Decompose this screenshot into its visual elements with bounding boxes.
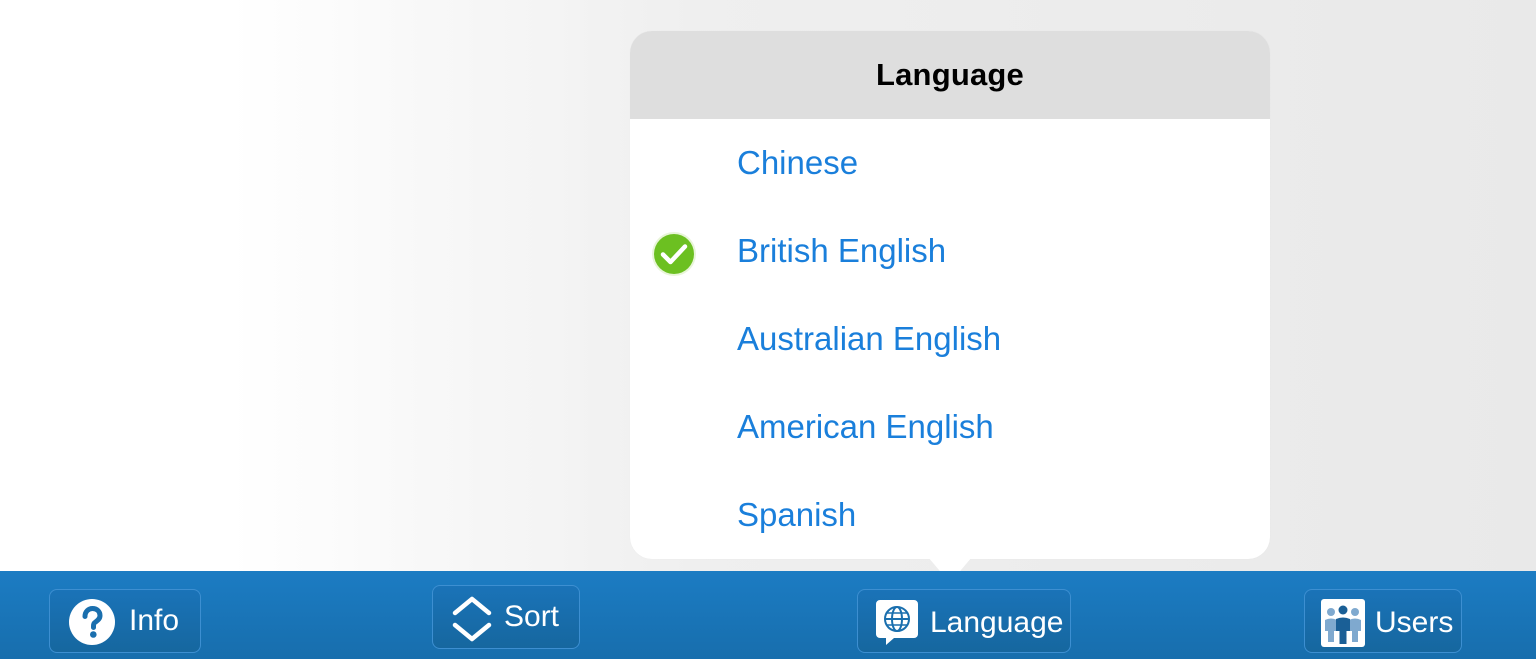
language-option-australian-english[interactable]: Australian English [630,295,1270,383]
sort-button[interactable]: Sort [432,585,580,649]
language-option-label: American English [737,408,994,445]
language-list: Chinese British English Australian Engli… [630,119,1270,559]
language-option-spanish[interactable]: Spanish [630,471,1270,559]
info-button[interactable]: Info [49,589,201,653]
question-circle-icon [69,599,115,645]
language-button[interactable]: Language [857,589,1071,653]
globe-speech-bubble-icon [876,600,918,645]
checkmark-icon [652,232,696,276]
users-button[interactable]: Users [1304,589,1462,653]
language-button-label: Language [930,606,1064,639]
language-option-label: British English [737,232,947,269]
language-option-label: Australian English [737,320,1002,357]
bottom-toolbar: Info Sort Language Users [0,571,1536,659]
language-option-american-english[interactable]: American English [630,383,1270,471]
users-button-label: Users [1375,606,1454,639]
info-button-label: Info [129,604,180,637]
popover-header: Language [630,31,1270,119]
users-group-icon [1321,599,1365,647]
language-option-chinese[interactable]: Chinese [630,119,1270,207]
language-option-label: Spanish [737,496,857,533]
language-popover: Language Chinese British English Austral… [630,31,1270,559]
language-option-british-english[interactable]: British English [630,207,1270,295]
language-option-label: Chinese [737,144,859,181]
sort-button-label: Sort [504,600,560,633]
sort-chevrons-icon [452,596,492,642]
popover-title: Language [875,57,1024,92]
